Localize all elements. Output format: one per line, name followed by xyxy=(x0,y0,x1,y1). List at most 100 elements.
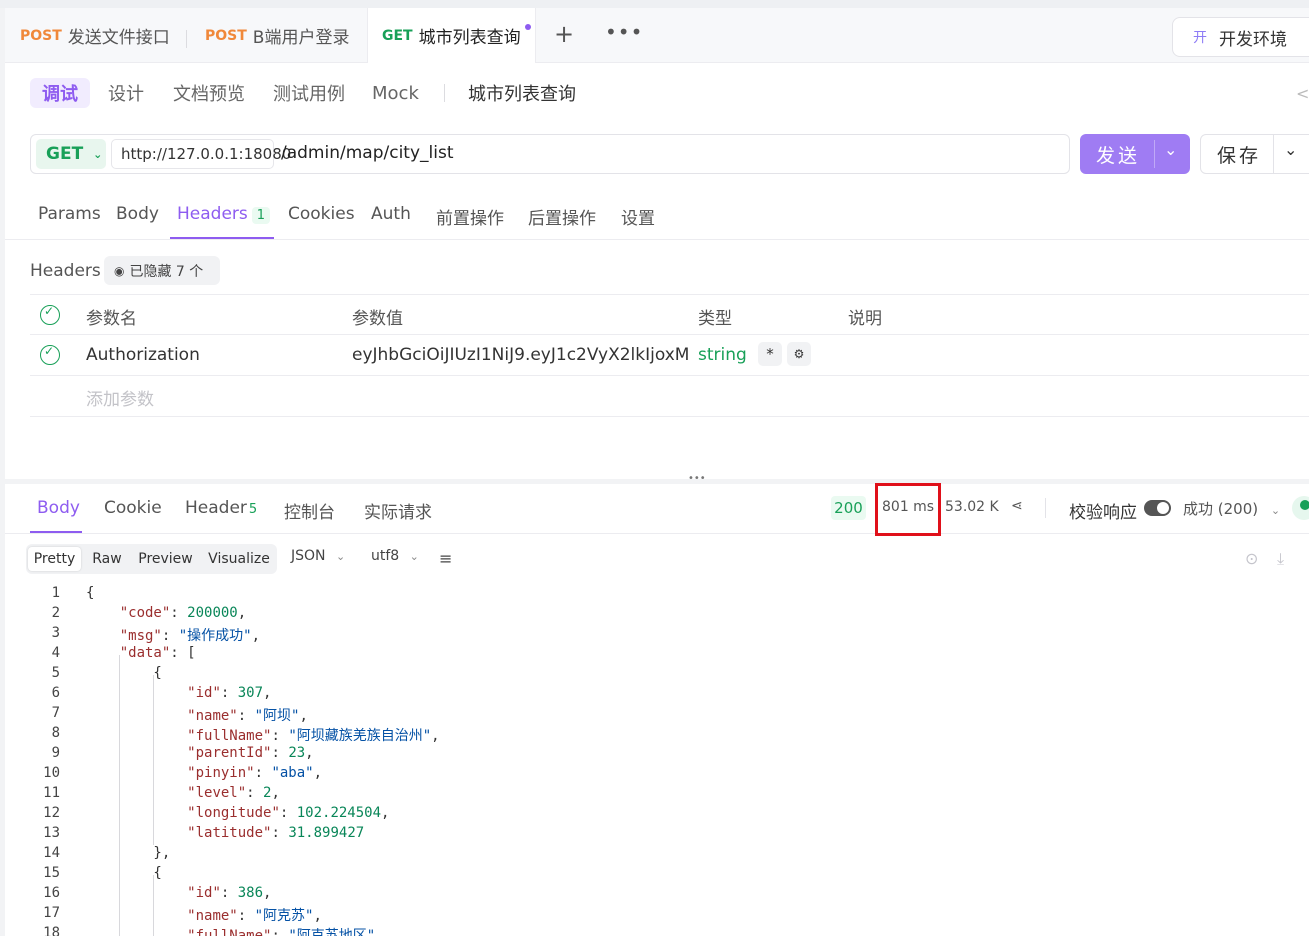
download-icon[interactable]: ⤓ xyxy=(1277,549,1284,569)
param-name-cell[interactable]: Authorization xyxy=(86,345,200,365)
resp-tab-actual-request[interactable]: 实际请求 xyxy=(364,498,432,523)
resp-tab-header[interactable]: Header 5 xyxy=(185,498,257,518)
environment-selector[interactable]: 开 开发环境 xyxy=(1172,17,1309,57)
check-icon: ✓ xyxy=(44,344,55,358)
format-pretty[interactable]: Pretty xyxy=(28,547,81,571)
tab-b-user-login[interactable]: POST B端用户登录 xyxy=(205,8,349,63)
param-value-cell[interactable]: eyJhbGciOiJIUzI1NiJ9.eyJ1c2VyX2lkIjoxM xyxy=(352,345,689,365)
verify-response-toggle[interactable] xyxy=(1144,500,1171,516)
tab-city-list[interactable]: GET 城市列表查询 xyxy=(367,8,536,63)
chevron-down-icon[interactable]: ⌄ xyxy=(1284,140,1297,159)
send-label: 发送 xyxy=(1096,144,1141,167)
save-button[interactable]: 保存 ⌄ xyxy=(1200,134,1309,174)
tab-design[interactable]: 设计 xyxy=(108,78,144,108)
eye-icon: ◉ xyxy=(114,263,125,278)
hidden-headers-toggle[interactable]: ◉ 已隐藏 7 个 xyxy=(104,256,220,285)
divider xyxy=(30,294,1309,295)
line-number: 8 xyxy=(51,725,60,741)
tab-headers[interactable]: Headers 1 xyxy=(177,204,271,224)
tab-mock[interactable]: Mock xyxy=(372,78,419,108)
chevron-down-icon[interactable]: ⌄ xyxy=(1164,140,1177,159)
param-type-cell[interactable]: string xyxy=(698,345,747,365)
code-line: "id": 307, xyxy=(187,685,272,701)
line-number: 2 xyxy=(51,605,60,621)
more-icon[interactable]: ••• xyxy=(605,20,643,44)
tab-auth[interactable]: Auth xyxy=(371,204,411,224)
format-visualize[interactable]: Visualize xyxy=(204,547,274,571)
method-select[interactable]: GET ⌄ xyxy=(36,139,106,169)
divider xyxy=(444,84,445,102)
tab-label: Header xyxy=(185,498,247,518)
share-icon[interactable]: < xyxy=(1296,84,1309,103)
add-param-placeholder[interactable]: 添加参数 xyxy=(86,385,154,410)
encoding-select[interactable]: utf8 ⌄ xyxy=(371,548,419,564)
tab-settings[interactable]: 设置 xyxy=(621,204,655,229)
resp-tab-console[interactable]: 控制台 xyxy=(284,498,335,523)
divider xyxy=(30,334,1309,335)
tab-test-cases[interactable]: 测试用例 xyxy=(273,78,345,108)
host-field[interactable]: http://127.0.0.1:18080 xyxy=(111,139,291,169)
code-line: "pinyin": "aba", xyxy=(187,765,323,781)
line-number: 11 xyxy=(43,785,60,801)
lang-label: JSON xyxy=(291,548,326,564)
panel-splitter[interactable]: ••• xyxy=(5,473,1309,484)
request-tab-bar: POST 发送文件接口 POST B端用户登录 GET 城市列表查询 + ••• xyxy=(5,8,1309,63)
chevron-down-icon: ⌄ xyxy=(335,550,346,563)
col-param-value: 参数值 xyxy=(352,309,403,329)
format-preview[interactable]: Preview xyxy=(134,547,197,571)
response-size: 53.02 K xyxy=(945,499,999,515)
tab-pre-script[interactable]: 前置操作 xyxy=(436,204,504,229)
check-dot xyxy=(1300,500,1309,510)
tab-send-file[interactable]: POST 发送文件接口 xyxy=(20,8,170,63)
path-input[interactable]: /admin/map/city_list xyxy=(281,143,453,163)
headers-section-label: Headers xyxy=(30,261,101,281)
share-icon[interactable]: ⋖ xyxy=(1011,498,1023,514)
required-toggle[interactable]: * xyxy=(758,342,782,366)
code-line: "data": [ xyxy=(119,645,196,661)
wrap-icon[interactable]: ≡ xyxy=(439,549,452,568)
send-button[interactable]: 发送 ⌄ xyxy=(1080,134,1190,174)
code-line: { xyxy=(86,665,162,681)
code-line: { xyxy=(86,585,95,601)
tab-debug[interactable]: 调试 xyxy=(30,78,90,108)
divider xyxy=(30,375,1309,376)
line-number: 15 xyxy=(43,865,60,881)
line-number: 12 xyxy=(43,805,60,821)
line-number: 7 xyxy=(51,705,60,721)
tab-params[interactable]: Params xyxy=(38,204,101,224)
response-code-viewer[interactable]: 1 {2 "code": 200000, 3 "msg": "操作成功", 4 "da… xyxy=(0,583,1309,936)
tab-cookies[interactable]: Cookies xyxy=(288,204,355,224)
code-line: "msg": "操作成功", xyxy=(119,628,261,644)
lang-select[interactable]: JSON ⌄ xyxy=(291,548,345,564)
line-number: 9 xyxy=(51,745,60,761)
api-name[interactable]: 城市列表查询 xyxy=(468,78,576,108)
add-tab-icon[interactable]: + xyxy=(554,20,574,48)
header-count-badge: 5 xyxy=(248,502,258,517)
check-circle-icon xyxy=(1292,496,1309,520)
line-number: 10 xyxy=(43,765,60,781)
format-raw[interactable]: Raw xyxy=(86,547,128,571)
resp-tab-cookie[interactable]: Cookie xyxy=(104,498,162,518)
tab-title: 发送文件接口 xyxy=(67,28,170,48)
tab-post-script[interactable]: 后置操作 xyxy=(528,204,596,229)
line-number: 13 xyxy=(43,825,60,841)
code-line: "id": 386, xyxy=(187,885,272,901)
code-line: "parentId": 23, xyxy=(187,745,314,761)
env-name: 开发环境 xyxy=(1219,29,1287,50)
settings-icon[interactable]: ⚙ xyxy=(787,342,811,366)
select-all-checkbox[interactable]: ✓ xyxy=(40,304,60,325)
line-number: 5 xyxy=(51,665,60,681)
line-number: 14 xyxy=(43,845,60,861)
drag-handle-icon[interactable]: ••• xyxy=(688,473,706,484)
tab-label: Headers xyxy=(177,204,248,224)
scroll-up-icon[interactable]: ⊙ xyxy=(1245,549,1258,568)
code-line: "name": "阿坝", xyxy=(187,708,308,724)
divider xyxy=(1045,498,1046,518)
col-param-name: 参数名 xyxy=(86,309,137,329)
row-checkbox[interactable]: ✓ xyxy=(40,344,60,365)
divider xyxy=(1273,135,1274,173)
tab-body[interactable]: Body xyxy=(116,204,159,224)
result-select[interactable]: 成功 (200) ⌄ xyxy=(1183,498,1280,519)
tab-doc-preview[interactable]: 文档预览 xyxy=(173,78,245,108)
resp-tab-body[interactable]: Body xyxy=(37,498,80,518)
